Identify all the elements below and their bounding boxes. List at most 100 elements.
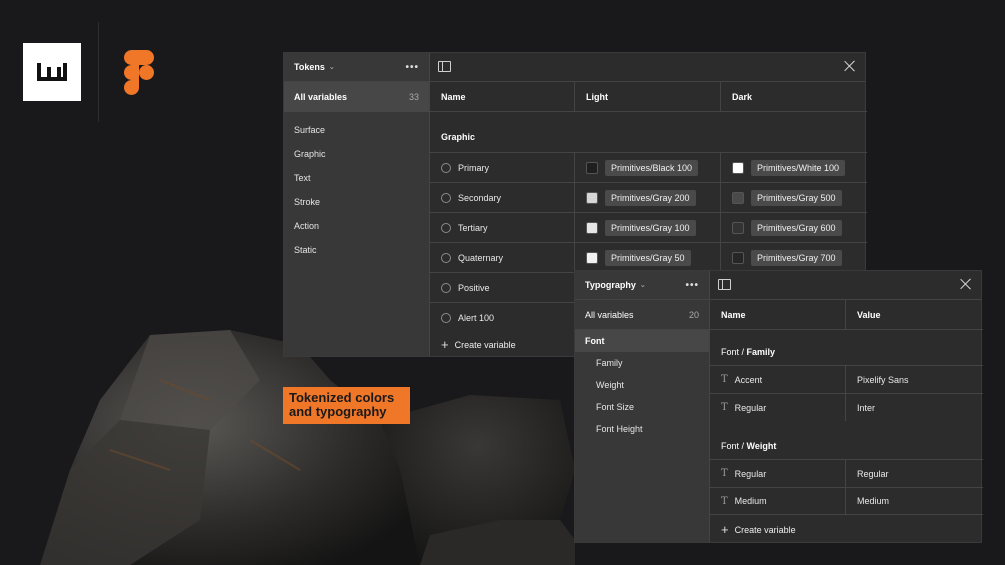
dark-value-cell[interactable]: Primitives/Gray 500 <box>721 183 867 212</box>
all-variables-label: All variables <box>294 92 348 102</box>
typography-sidebar-header: Typography ⌄ ••• <box>575 271 709 300</box>
close-icon[interactable] <box>844 60 856 72</box>
collection-dropdown[interactable]: Tokens ⌄ <box>294 62 335 72</box>
collection-title: Typography <box>585 280 636 290</box>
create-variable-button[interactable]: + Create variable <box>441 337 516 352</box>
variable-name: Primary <box>458 162 489 173</box>
feature-badge: Tokenized colors and typography <box>283 387 410 424</box>
plus-icon: + <box>721 522 729 537</box>
alias-pill: Primitives/Gray 500 <box>751 189 842 206</box>
group-item-font[interactable]: Font <box>575 330 709 352</box>
row-name-cell: Positive <box>430 273 575 302</box>
group-item-family[interactable]: Family <box>575 352 709 374</box>
section-title: Graphic <box>441 132 476 142</box>
alias-pill: Primitives/Gray 700 <box>751 249 842 266</box>
table-row[interactable]: Primary Primitives/Black 100 Primitives/… <box>430 152 867 182</box>
color-variable-icon <box>441 222 451 233</box>
group-item-graphic[interactable]: Graphic <box>284 142 429 166</box>
table-row[interactable]: T Regular Regular <box>710 459 983 487</box>
chevron-down-icon: ⌄ <box>639 282 646 289</box>
light-value-cell[interactable]: Primitives/Gray 50 <box>575 243 721 272</box>
dark-value-cell[interactable]: Primitives/Gray 700 <box>721 243 867 272</box>
group-item-static[interactable]: Static <box>284 238 429 262</box>
dark-value-cell[interactable]: Primitives/Gray 600 <box>721 213 867 242</box>
alias-pill: Primitives/Gray 100 <box>605 219 696 236</box>
group-item-font-size[interactable]: Font Size <box>575 396 709 418</box>
badge-line-2: and typography <box>289 404 387 419</box>
variable-name: Secondary <box>458 192 502 203</box>
light-value-cell[interactable]: Primitives/Gray 200 <box>575 183 721 212</box>
table-header: Name Value <box>710 300 983 330</box>
typography-panel: Typography ⌄ ••• All variables 20 Font F… <box>574 270 983 543</box>
light-value-cell[interactable]: Primitives/Black 100 <box>575 153 721 182</box>
row-name-cell: T Regular <box>710 460 846 487</box>
all-variables-item[interactable]: All variables 33 <box>284 82 429 112</box>
value-cell[interactable]: Pixelify Sans <box>846 366 983 393</box>
column-name: Name <box>430 82 575 111</box>
row-name-cell: Quaternary <box>430 243 575 272</box>
group-item-font-height[interactable]: Font Height <box>575 418 709 440</box>
color-variable-icon <box>441 312 451 323</box>
variable-name: Regular <box>734 468 767 479</box>
collection-dropdown[interactable]: Typography ⌄ <box>585 280 646 290</box>
group-item-stroke[interactable]: Stroke <box>284 190 429 214</box>
group-item-surface[interactable]: Surface <box>284 118 429 142</box>
row-name-cell: T Medium <box>710 488 846 514</box>
variable-name: Accent <box>734 374 763 385</box>
table-row[interactable]: T Accent Pixelify Sans <box>710 365 983 393</box>
variable-name: Tertiary <box>458 222 488 233</box>
more-options-icon[interactable]: ••• <box>405 62 419 73</box>
color-swatch <box>586 221 598 234</box>
group-list: Surface Graphic Text Stroke Action Stati… <box>284 112 429 262</box>
plus-icon: + <box>441 337 449 352</box>
group-item-weight[interactable]: Weight <box>575 374 709 396</box>
text-variable-icon: T <box>721 374 728 385</box>
tokens-sidebar-header: Tokens ⌄ ••• <box>284 53 429 82</box>
light-value-cell[interactable]: Primitives/Gray 100 <box>575 213 721 242</box>
text-variable-icon: T <box>721 495 728 507</box>
more-options-icon[interactable]: ••• <box>685 280 699 291</box>
table-row[interactable]: Secondary Primitives/Gray 200 Primitives… <box>430 182 867 212</box>
table-row[interactable]: T Regular Inter <box>710 393 983 421</box>
collection-title: Tokens <box>294 62 325 72</box>
create-variable-button[interactable]: + Create variable <box>721 522 796 537</box>
table-row[interactable]: Quaternary Primitives/Gray 50 Primitives… <box>430 242 867 272</box>
table-row[interactable]: T Medium Medium <box>710 487 983 515</box>
table-row[interactable]: Tertiary Primitives/Gray 100 Primitives/… <box>430 212 867 242</box>
alias-pill: Primitives/Gray 600 <box>751 219 842 236</box>
alias-pill: Primitives/Gray 50 <box>605 249 691 266</box>
all-variables-item[interactable]: All variables 20 <box>575 300 709 330</box>
badge-line-1: Tokenized colors <box>289 390 395 405</box>
value-cell[interactable]: Inter <box>846 394 983 421</box>
close-icon[interactable] <box>960 278 972 290</box>
section-prefix: Font / <box>721 441 747 451</box>
value-cell[interactable]: Medium <box>846 488 983 514</box>
typography-sidebar: Typography ⌄ ••• All variables 20 Font F… <box>575 271 710 542</box>
group-item-text[interactable]: Text <box>284 166 429 190</box>
sidebar-toggle-icon[interactable] <box>718 279 731 290</box>
column-name: Name <box>710 300 846 329</box>
figma-logo-icon <box>124 50 154 95</box>
column-value: Value <box>857 309 881 320</box>
dark-value-cell[interactable]: Primitives/White 100 <box>721 153 867 182</box>
all-variables-label: All variables <box>585 309 634 320</box>
color-swatch <box>586 251 598 264</box>
row-name-cell: Alert 100 <box>430 303 575 332</box>
variable-name: Medium <box>734 496 767 506</box>
w-logo-icon <box>37 63 67 81</box>
sidebar-toggle-icon[interactable] <box>438 61 451 72</box>
value-cell[interactable]: Regular <box>846 460 983 487</box>
typography-topbar <box>710 271 981 300</box>
color-swatch <box>586 161 598 174</box>
tokens-sidebar: Tokens ⌄ ••• All variables 33 Surface Gr… <box>284 53 430 356</box>
group-item-action[interactable]: Action <box>284 214 429 238</box>
color-swatch <box>732 221 744 234</box>
row-name-cell: Primary <box>430 153 575 182</box>
table-header: Name Light Dark <box>430 82 867 112</box>
color-swatch <box>732 161 744 174</box>
color-swatch <box>586 191 598 204</box>
create-variable-label: Create variable <box>734 524 796 535</box>
alias-pill: Primitives/Black 100 <box>605 159 699 176</box>
color-swatch <box>732 191 744 204</box>
column-light: Light <box>575 82 721 111</box>
